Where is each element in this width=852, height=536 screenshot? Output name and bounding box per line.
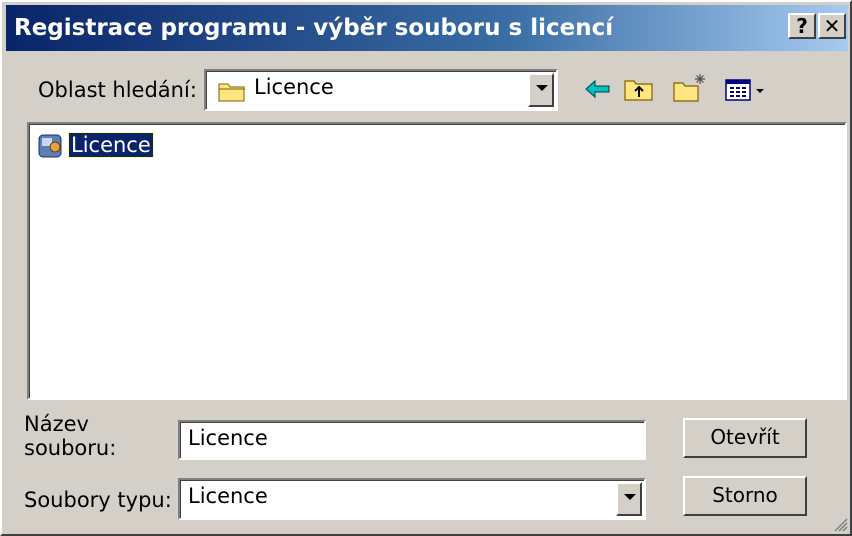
chevron-down-icon — [536, 85, 548, 91]
list-item-label: Licence — [68, 132, 154, 158]
filetype-label: Soubory typu: — [24, 488, 172, 512]
chevron-down-icon — [624, 494, 636, 500]
filename-label: Název souboru: — [24, 412, 116, 460]
open-file-dialog: Registrace programu - výběr souboru s li… — [0, 0, 852, 536]
filetype-dropdown-button[interactable] — [616, 482, 642, 516]
filetype-value: Licence — [188, 484, 268, 508]
filename-value: Licence — [188, 426, 268, 450]
filename-field[interactable]: Licence — [178, 420, 646, 460]
folder-icon — [218, 80, 246, 106]
filename-label-line1: Název — [24, 412, 89, 436]
up-folder-icon[interactable] — [622, 72, 656, 106]
close-button[interactable]: ✕ — [818, 13, 846, 39]
view-menu-icon[interactable] — [724, 72, 770, 106]
new-folder-icon[interactable] — [672, 72, 708, 106]
file-list[interactable]: Licence — [27, 122, 847, 400]
resize-grip-icon[interactable] — [832, 516, 848, 532]
cancel-button[interactable]: Storno — [683, 476, 807, 516]
look-in-label: Oblast hledání: — [38, 78, 197, 102]
open-button[interactable]: Otevřít — [683, 418, 807, 458]
help-button[interactable]: ? — [788, 13, 816, 39]
license-file-icon — [37, 132, 67, 164]
look-in-value: Licence — [254, 75, 334, 99]
title-bar[interactable]: Registrace programu - výběr souboru s li… — [6, 5, 848, 51]
filename-label-line2: souboru: — [24, 436, 117, 460]
filetype-combobox[interactable]: Licence — [178, 478, 646, 520]
window-title: Registrace programu - výběr souboru s li… — [14, 15, 614, 41]
back-arrow-icon[interactable] — [582, 72, 614, 106]
look-in-dropdown-button[interactable] — [528, 73, 554, 107]
look-in-combobox[interactable]: Licence — [204, 69, 558, 111]
